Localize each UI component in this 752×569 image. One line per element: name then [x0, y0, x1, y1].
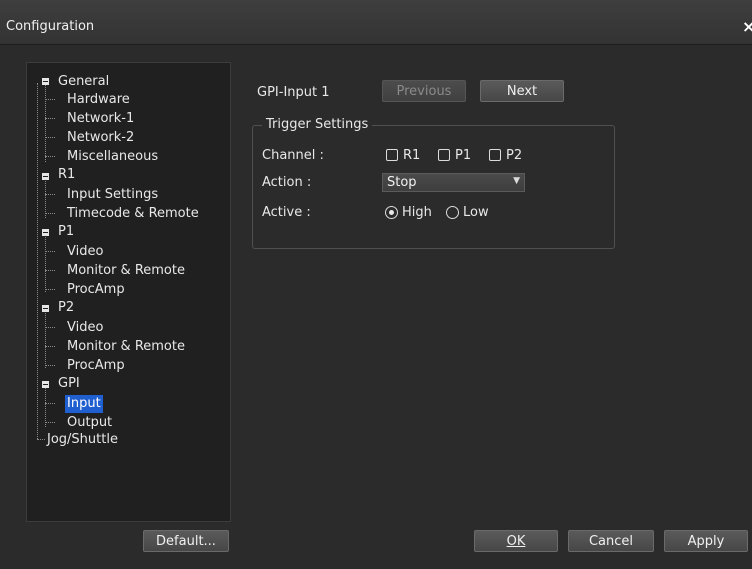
- tree-item-p2-procamp[interactable]: ProcAmp: [67, 357, 125, 375]
- window-title: Configuration: [6, 19, 95, 34]
- title-bar: Configuration ×: [0, 0, 752, 45]
- tree-item-r1-timecode-remote[interactable]: Timecode & Remote: [67, 205, 199, 223]
- close-icon[interactable]: ×: [742, 17, 752, 36]
- channel-label: Channel :: [262, 148, 324, 163]
- tree-item-p2-monitor-remote[interactable]: Monitor & Remote: [67, 338, 185, 356]
- active-high-radio[interactable]: [385, 206, 398, 219]
- tree-item-p2[interactable]: P2: [58, 299, 74, 317]
- tree-item-network-1[interactable]: Network-1: [67, 110, 134, 128]
- tree-item-gpi[interactable]: GPI: [58, 375, 80, 393]
- tree-item-miscellaneous[interactable]: Miscellaneous: [67, 148, 158, 166]
- action-label: Action :: [262, 175, 312, 190]
- channel-r1-label: R1: [403, 148, 421, 163]
- tree-item-network-2[interactable]: Network-2: [67, 129, 134, 147]
- tree-item-gpi-output[interactable]: Output: [67, 414, 112, 432]
- tree-item-p1-monitor-remote[interactable]: Monitor & Remote: [67, 262, 185, 280]
- chevron-down-icon: ▼: [513, 176, 520, 186]
- active-low-radio[interactable]: [446, 206, 459, 219]
- ok-button[interactable]: OK: [474, 530, 558, 552]
- tree-item-r1-input-settings[interactable]: Input Settings: [67, 186, 158, 204]
- tree-item-r1[interactable]: R1: [58, 166, 75, 184]
- tree-item-p1-video[interactable]: Video: [67, 243, 103, 261]
- expand-r1-icon[interactable]: [42, 173, 49, 180]
- cancel-button[interactable]: Cancel: [568, 530, 654, 552]
- settings-tree[interactable]: General Hardware Network-1 Network-2 Mis…: [26, 62, 231, 522]
- channel-p2-checkbox[interactable]: [489, 149, 501, 161]
- channel-r1-checkbox[interactable]: [386, 149, 398, 161]
- previous-button[interactable]: Previous: [382, 80, 466, 102]
- next-button[interactable]: Next: [480, 80, 564, 102]
- expand-general-icon[interactable]: [42, 78, 49, 85]
- active-low-label: Low: [463, 205, 489, 220]
- tree-item-hardware[interactable]: Hardware: [67, 91, 130, 109]
- gpi-input-label: GPI-Input 1: [257, 85, 330, 100]
- action-dropdown[interactable]: Stop ▼: [382, 173, 525, 192]
- tree-item-general[interactable]: General: [58, 73, 109, 91]
- tree-item-jog-shuttle[interactable]: Jog/Shuttle: [47, 431, 118, 449]
- tree-item-p1[interactable]: P1: [58, 223, 74, 241]
- default-button[interactable]: Default...: [143, 530, 229, 552]
- tree-item-gpi-input[interactable]: Input: [65, 395, 103, 413]
- channel-p1-checkbox[interactable]: [438, 149, 450, 161]
- tree-item-p1-procamp[interactable]: ProcAmp: [67, 281, 125, 299]
- tree-item-p2-video[interactable]: Video: [67, 319, 103, 337]
- active-label: Active :: [262, 205, 311, 220]
- channel-p2-label: P2: [506, 148, 523, 163]
- channel-p1-label: P1: [455, 148, 472, 163]
- apply-button[interactable]: Apply: [664, 530, 748, 552]
- trigger-settings-legend: Trigger Settings: [262, 117, 373, 132]
- expand-p1-icon[interactable]: [42, 229, 49, 236]
- active-high-label: High: [402, 205, 432, 220]
- action-dropdown-value: Stop: [387, 175, 417, 190]
- expand-gpi-icon[interactable]: [42, 381, 49, 388]
- expand-p2-icon[interactable]: [42, 305, 49, 312]
